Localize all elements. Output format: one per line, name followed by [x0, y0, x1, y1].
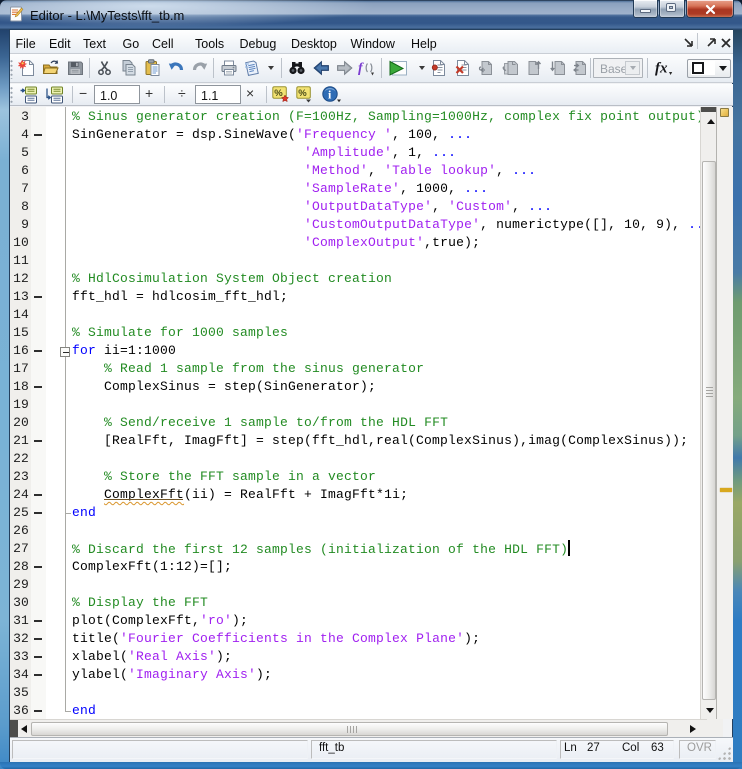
svg-text:f: f — [358, 61, 364, 76]
svg-text:%: % — [298, 88, 307, 99]
svg-text:fx: fx — [655, 61, 668, 77]
